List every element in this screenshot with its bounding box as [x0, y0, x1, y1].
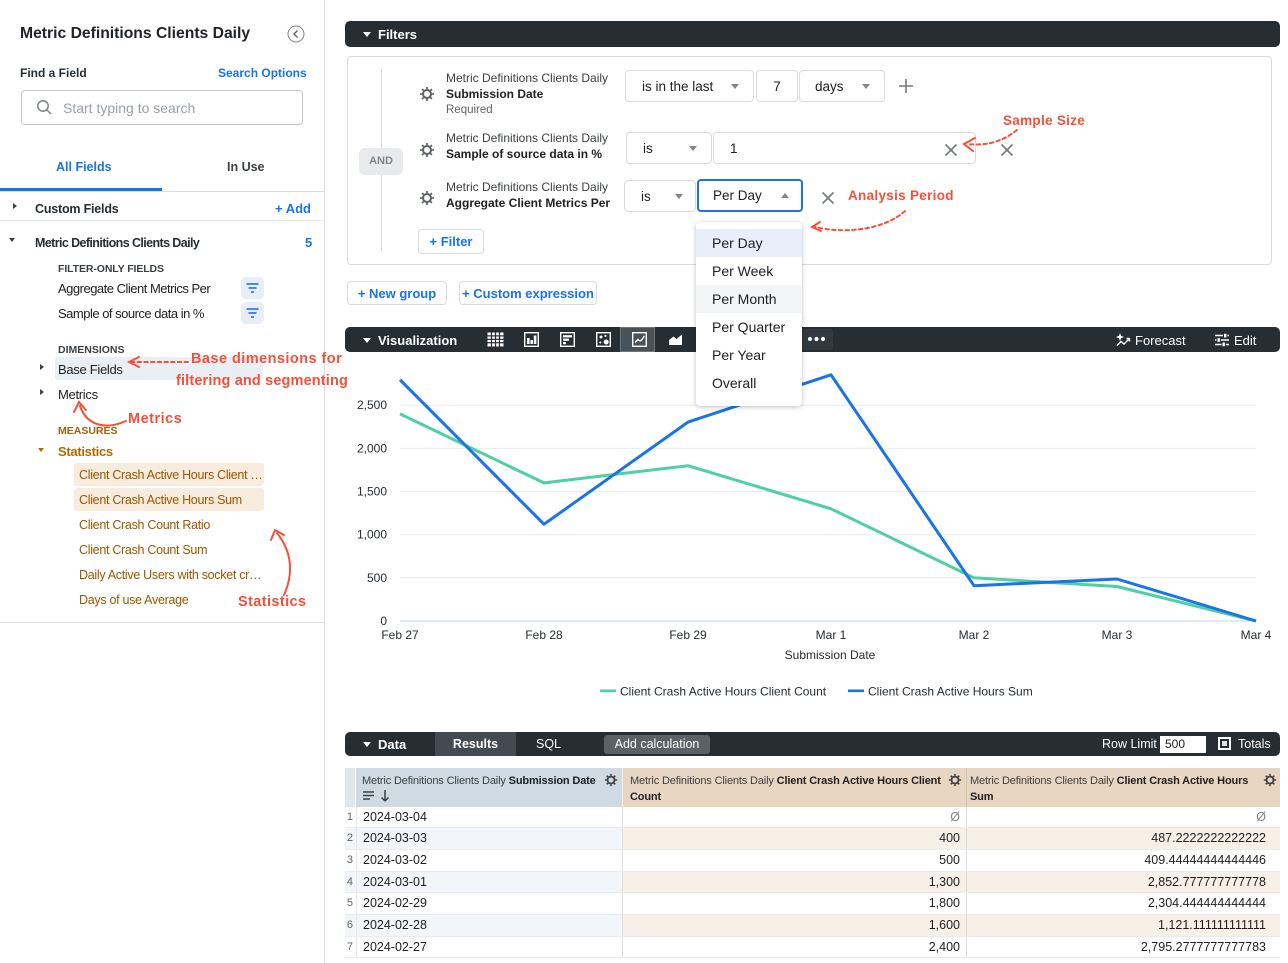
svg-text:Mar 1: Mar 1 — [816, 628, 847, 642]
svg-text:Client Crash Active Hours Clie: Client Crash Active Hours Client Count — [620, 685, 827, 699]
svg-text:2,500: 2,500 — [357, 398, 387, 412]
svg-text:Feb 29: Feb 29 — [669, 628, 707, 642]
svg-text:1,500: 1,500 — [357, 485, 387, 499]
svg-text:0: 0 — [380, 614, 387, 628]
svg-text:Mar 2: Mar 2 — [959, 628, 990, 642]
svg-text:500: 500 — [367, 571, 387, 585]
svg-text:Submission Date: Submission Date — [785, 648, 876, 662]
svg-text:Mar 4: Mar 4 — [1241, 628, 1272, 642]
svg-text:2,000: 2,000 — [357, 441, 387, 455]
svg-text:Feb 27: Feb 27 — [381, 628, 419, 642]
svg-text:Feb 28: Feb 28 — [525, 628, 563, 642]
svg-text:Mar 3: Mar 3 — [1102, 628, 1133, 642]
svg-text:1,000: 1,000 — [357, 528, 387, 542]
svg-text:Client Crash Active Hours Sum: Client Crash Active Hours Sum — [868, 685, 1033, 699]
